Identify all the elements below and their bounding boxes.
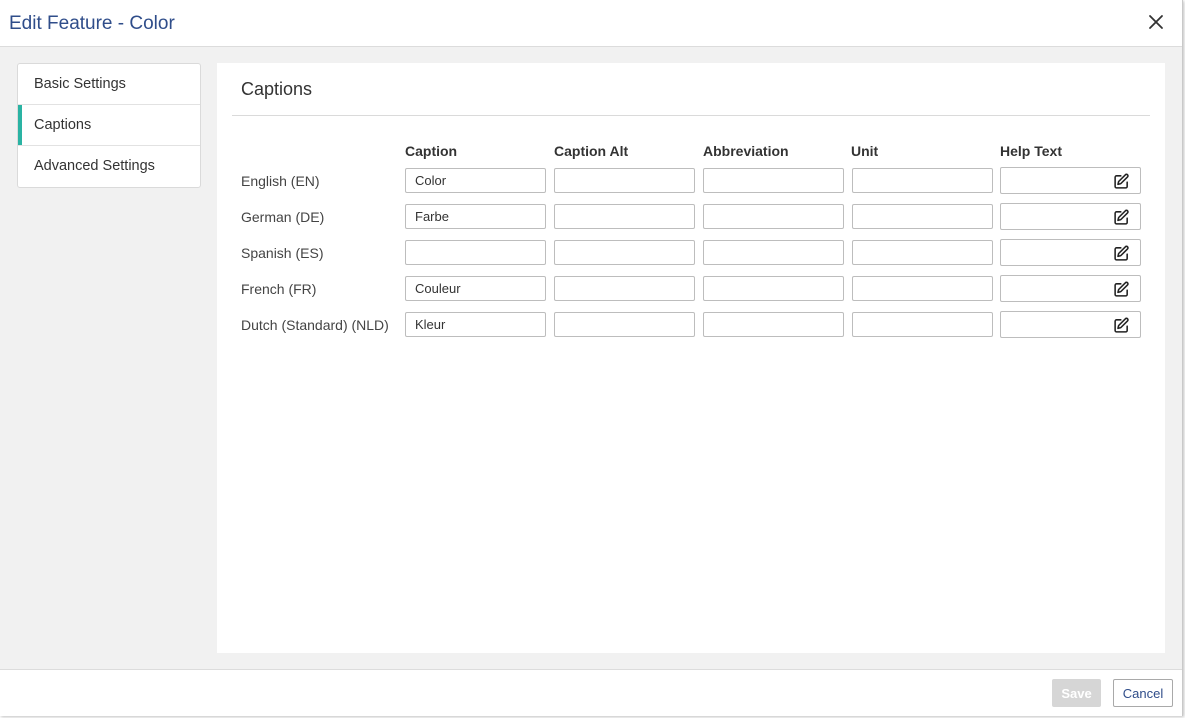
- caption-alt-input[interactable]: [554, 204, 695, 229]
- panel-title: Captions: [241, 79, 313, 99]
- caption-input[interactable]: [405, 240, 546, 265]
- abbreviation-input[interactable]: [703, 240, 844, 265]
- close-icon: [1149, 15, 1163, 29]
- panel-divider: [232, 115, 1150, 116]
- caption-input[interactable]: [405, 204, 546, 229]
- abbreviation-input[interactable]: [703, 276, 844, 301]
- settings-sidebar: Basic Settings Captions Advanced Setting…: [17, 63, 201, 188]
- row-label-language: Dutch (Standard) (NLD): [241, 317, 389, 333]
- column-header-caption: Caption: [405, 143, 458, 159]
- sidebar-item-captions[interactable]: Captions: [18, 105, 200, 146]
- sidebar-item-basic-settings[interactable]: Basic Settings: [18, 64, 200, 105]
- help-text-field[interactable]: [1000, 239, 1141, 266]
- edit-icon[interactable]: [1113, 209, 1130, 226]
- help-text-field[interactable]: [1000, 203, 1141, 230]
- captions-panel: Captions Caption Caption Alt Abbreviatio…: [217, 63, 1165, 653]
- edit-feature-dialog: Edit Feature - Color Basic Settings Capt…: [0, 0, 1183, 716]
- sidebar-item-label: Basic Settings: [34, 76, 126, 92]
- sidebar-item-advanced-settings[interactable]: Advanced Settings: [18, 146, 200, 187]
- caption-input[interactable]: [405, 168, 546, 193]
- column-header-abbreviation: Abbreviation: [703, 143, 789, 159]
- edit-icon[interactable]: [1113, 281, 1130, 298]
- unit-input[interactable]: [852, 204, 993, 229]
- edit-icon[interactable]: [1113, 173, 1130, 190]
- row-label-language: French (FR): [241, 281, 317, 297]
- unit-input[interactable]: [852, 168, 993, 193]
- dialog-title: Edit Feature - Color: [9, 13, 175, 34]
- abbreviation-input[interactable]: [703, 204, 844, 229]
- caption-alt-input[interactable]: [554, 312, 695, 337]
- sidebar-item-label: Captions: [34, 117, 92, 133]
- unit-input[interactable]: [852, 276, 993, 301]
- caption-input[interactable]: [405, 276, 546, 301]
- unit-input[interactable]: [852, 312, 993, 337]
- dialog-header: Edit Feature - Color: [0, 0, 1182, 47]
- abbreviation-input[interactable]: [703, 168, 844, 193]
- abbreviation-input[interactable]: [703, 312, 844, 337]
- save-button[interactable]: Save: [1052, 679, 1101, 707]
- sidebar-item-label: Advanced Settings: [34, 158, 155, 174]
- row-label-language: German (DE): [241, 209, 325, 225]
- help-text-field[interactable]: [1000, 167, 1141, 194]
- caption-alt-input[interactable]: [554, 240, 695, 265]
- caption-input[interactable]: [405, 312, 546, 337]
- row-label-language: Spanish (ES): [241, 245, 324, 261]
- caption-alt-input[interactable]: [554, 168, 695, 193]
- unit-input[interactable]: [852, 240, 993, 265]
- cancel-button[interactable]: Cancel: [1113, 679, 1173, 707]
- edit-icon[interactable]: [1113, 245, 1130, 262]
- column-header-help-text: Help Text: [1000, 143, 1062, 159]
- dialog-footer: Save Cancel: [0, 669, 1182, 716]
- row-label-language: English (EN): [241, 173, 320, 189]
- column-header-caption-alt: Caption Alt: [554, 143, 629, 159]
- column-header-unit: Unit: [851, 143, 879, 159]
- help-text-field[interactable]: [1000, 311, 1141, 338]
- close-button[interactable]: [1146, 12, 1166, 32]
- caption-alt-input[interactable]: [554, 276, 695, 301]
- help-text-field[interactable]: [1000, 275, 1141, 302]
- edit-icon[interactable]: [1113, 317, 1130, 334]
